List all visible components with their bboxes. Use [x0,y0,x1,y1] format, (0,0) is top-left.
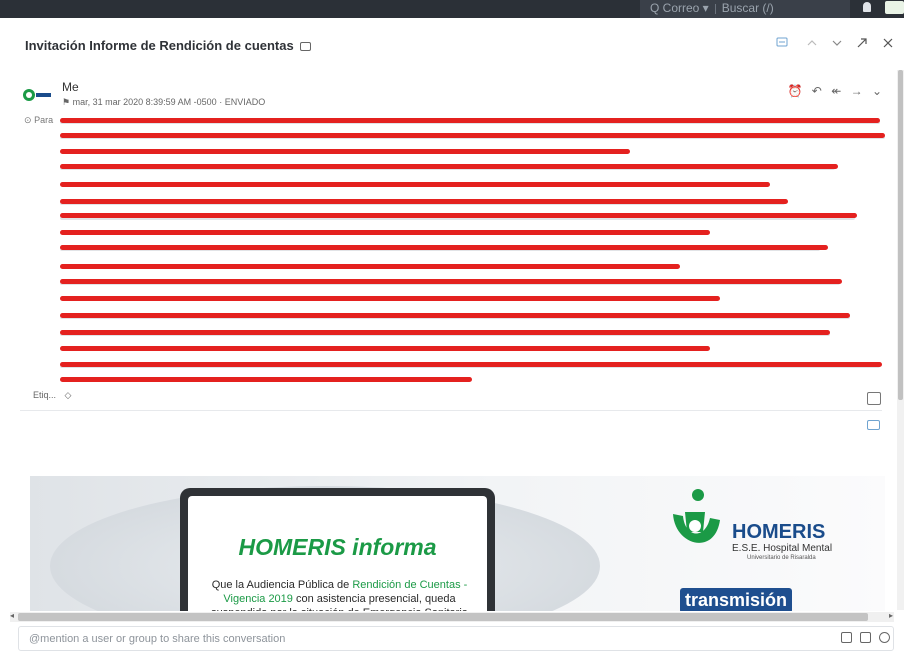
search-scope-select[interactable]: Q Correo ▾ [650,1,709,15]
emoji-icon[interactable] [879,632,890,643]
banner-body-prefix: Que la Audiencia Pública de [211,579,353,591]
sender-name[interactable]: Me [62,80,79,94]
org-subtitle-2: Universitario de Risaralda [747,555,816,561]
scroll-left-icon[interactable]: ◂ [10,611,14,620]
conversation-icon[interactable] [299,42,311,52]
header-divider [20,410,882,411]
message-actions: ⏰ ↶ ↞ → ⌄ [781,84,882,98]
message-subject: Invitación Informe de Rendición de cuent… [25,38,294,53]
redacted-recipients-line [60,164,838,169]
meta-separator: · [219,97,223,107]
attach-icon[interactable] [841,632,852,643]
redacted-recipients-line [60,245,828,250]
org-name: HOMERIS [732,521,826,543]
banner-body: Que la Audiencia Pública de Rendición de… [202,578,477,611]
scroll-right-icon[interactable]: ▸ [889,611,893,620]
popout-icon[interactable] [856,36,868,52]
share-composer [18,626,894,651]
recipient-list [60,116,890,386]
message-titlebar: Invitación Informe de Rendición de cuent… [0,30,904,62]
search-bar[interactable]: Q Correo ▾ Buscar (/) [640,0,850,18]
chevron-down-icon[interactable] [831,36,843,52]
chat-icon[interactable] [776,36,788,52]
reminder-icon[interactable]: ⏰ [787,84,802,98]
more-icon[interactable]: ⌄ [872,84,882,98]
flag-icon[interactable]: ⚑ [62,97,70,107]
horizontal-scroll-thumb[interactable] [18,613,868,621]
redacted-recipients-line [60,362,882,367]
app-topbar: Q Correo ▾ Buscar (/) [0,0,904,18]
vertical-scroll-thumb[interactable] [898,70,903,400]
message-status: ENVIADO [224,97,266,107]
redacted-recipients-line [60,279,842,284]
redacted-recipients-line [60,118,880,123]
redacted-recipients-line [60,313,850,318]
banner-screen: HOMERIS informa Que la Audiencia Pública… [188,496,487,611]
horizontal-scrollbar[interactable]: ◂ ▸ [10,611,894,622]
message-subject-wrap: Invitación Informe de Rendición de cuent… [25,38,311,53]
banner-headline: HOMERIS informa [238,534,437,560]
reply-all-icon[interactable]: ↞ [831,84,841,98]
redacted-recipients-line [60,133,885,138]
expand-icon[interactable]: ⊙ [24,115,32,125]
message-date: mar, 31 mar 2020 8:39:59 AM -0500 [72,97,217,107]
search-placeholder[interactable]: Buscar (/) [722,1,774,15]
tags-row: Etiq... ◇ [33,390,71,401]
redacted-recipients-line [60,213,857,218]
homeris-logo-icon [673,489,720,543]
redacted-recipients-line [60,330,830,335]
redacted-recipients-line [60,264,680,269]
search-divider [714,3,716,14]
message-header: Me ⚑ mar, 31 mar 2020 8:39:59 AM -0500 ·… [20,78,890,114]
redacted-recipients-line [60,182,770,187]
close-icon[interactable] [882,36,894,52]
bell-icon[interactable] [863,2,871,12]
org-subtitle: E.S.E. Hospital Mental [732,543,833,554]
redacted-recipients-line [60,199,788,204]
message-meta: ⚑ mar, 31 mar 2020 8:39:59 AM -0500 · EN… [62,97,265,108]
forward-icon[interactable]: → [851,84,863,98]
email-banner-image: HOMERIS informa Que la Audiencia Pública… [30,476,885,611]
vertical-scrollbar[interactable] [897,70,904,610]
tags-label[interactable]: Etiq... [33,390,56,400]
redacted-recipients-line [60,346,710,351]
calendar-icon[interactable] [860,632,871,643]
mention-input[interactable] [29,631,819,647]
avatar[interactable] [885,1,904,14]
chevron-up-icon[interactable] [806,36,818,52]
banner-monitor: HOMERIS informa Que la Audiencia Pública… [180,488,495,611]
tag-icon[interactable]: ◇ [65,390,72,400]
transmission-badge: transmisión [680,588,792,611]
reply-icon[interactable]: ↶ [812,84,822,98]
reader-icon[interactable] [867,420,880,430]
to-label-row: ⊙ Para [24,115,53,126]
redacted-recipients-line [60,296,720,301]
redacted-recipients-line [60,230,710,235]
to-label: Para [34,115,54,125]
share-icon[interactable] [867,392,881,405]
redacted-recipients-line [60,377,472,382]
sender-logo-icon [23,89,51,101]
redacted-recipients-line [60,149,630,154]
